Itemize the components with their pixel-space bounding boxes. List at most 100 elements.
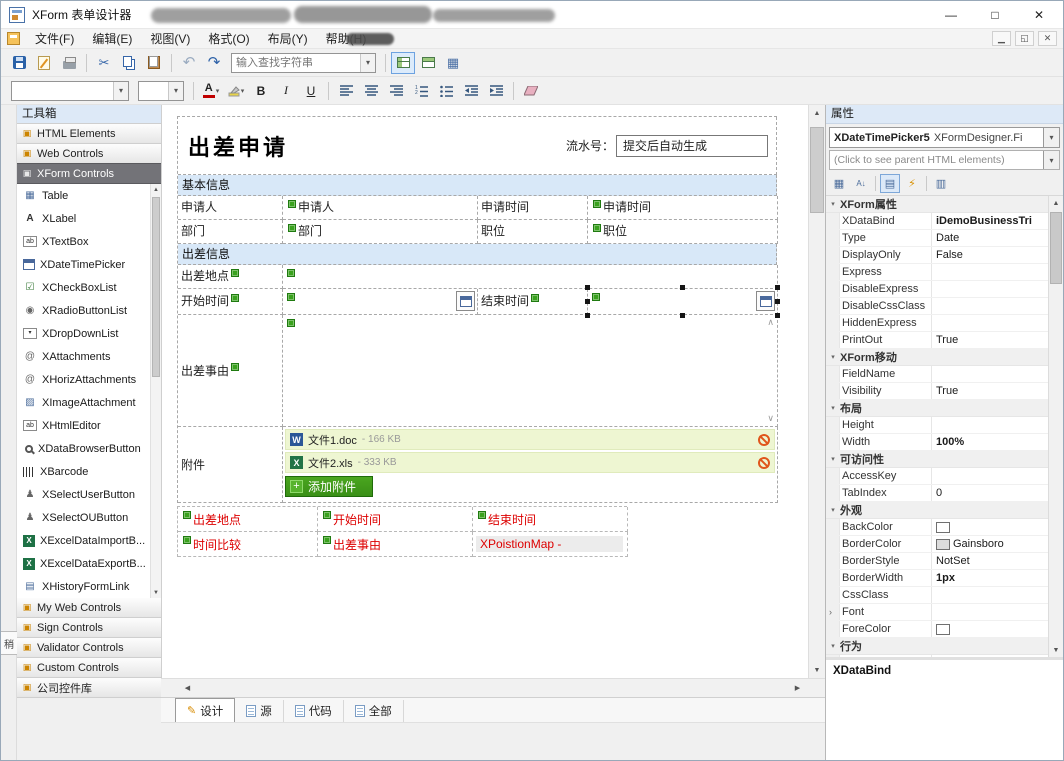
datetimepicker-start[interactable] <box>283 289 478 315</box>
property-value[interactable] <box>932 604 1048 620</box>
file-name[interactable]: 文件2.xls <box>308 455 353 471</box>
attachments-area[interactable]: W 文件1.doc - 166 KB X 文件2.xls <box>283 427 778 503</box>
attachment-row[interactable]: W 文件1.doc - 166 KB <box>285 429 775 450</box>
align-left-button[interactable] <box>334 80 358 102</box>
field-label-reason[interactable]: 出差事由 <box>178 315 283 427</box>
insert-table-button[interactable] <box>416 52 440 74</box>
property-row-express[interactable]: Express <box>826 264 1048 281</box>
categorized-button[interactable]: ▦ <box>829 174 849 193</box>
property-value[interactable] <box>932 298 1048 314</box>
property-value[interactable]: 1px <box>932 570 1048 586</box>
field-label-position[interactable]: 职位 <box>478 220 588 244</box>
menu-edit[interactable]: 编辑(E) <box>83 29 141 49</box>
toolbox-group-xform-contro`ls[interactable]: ▣XForm Controls <box>17 163 161 184</box>
property-row-disablecssclass[interactable]: DisableCssClass <box>826 298 1048 315</box>
property-value[interactable] <box>932 519 1048 535</box>
field-value-apply-time[interactable]: 申请时间 <box>588 196 778 220</box>
mdi-restore-button[interactable]: ◱ <box>1015 31 1034 46</box>
selection-handle[interactable] <box>585 299 590 304</box>
tab-code[interactable]: 代码 <box>284 700 344 722</box>
selection-handle[interactable] <box>775 299 780 304</box>
show-grid-toggle[interactable]: ▦ <box>441 52 465 74</box>
toolbox-group-html-elements[interactable]: ▣HTML Elements <box>17 123 161 144</box>
toolbox-group-validator-controls[interactable]: ▣Validator Controls <box>17 637 161 658</box>
paste-button[interactable] <box>142 52 166 74</box>
tab-source[interactable]: 源 <box>235 700 284 722</box>
property-value[interactable]: Gainsboro <box>932 536 1048 552</box>
property-value[interactable]: 100% <box>932 434 1048 450</box>
design-canvas[interactable]: 出差申请 流水号： 提交后自动生成 基本信息 <box>161 105 808 678</box>
property-category[interactable]: ▾XForm属性 <box>826 196 1048 213</box>
scroll-right-arrow[interactable]: ▶ <box>789 679 806 697</box>
validator-end-time[interactable]: 结束时间 <box>473 507 628 532</box>
toolbox-item-xexceldataimport[interactable]: XXExcelDataImportB... <box>17 529 150 552</box>
validator-reason[interactable]: 出差事由 <box>318 532 473 557</box>
serial-value-box[interactable]: 提交后自动生成 <box>616 135 768 157</box>
datetimepicker-end-selected[interactable] <box>588 289 778 315</box>
menu-layout[interactable]: 布局(Y) <box>259 29 317 49</box>
property-row-printout[interactable]: PrintOutTrue <box>826 332 1048 349</box>
property-category[interactable]: ▾外观 <box>826 502 1048 519</box>
selection-handle[interactable] <box>585 313 590 318</box>
table-layout-toggle[interactable] <box>391 52 415 74</box>
field-value-position[interactable]: 职位 <box>588 220 778 244</box>
property-value[interactable]: Date <box>932 230 1048 246</box>
field-label-applicant[interactable]: 申请人 <box>178 196 283 220</box>
property-row-type[interactable]: TypeDate <box>826 230 1048 247</box>
field-textarea-reason[interactable]: ∧ ∨ <box>283 315 778 427</box>
scroll-down-arrow[interactable]: ▼ <box>809 662 825 678</box>
property-category[interactable]: ▾可访问性 <box>826 451 1048 468</box>
form-title[interactable]: 出差申请 <box>178 130 288 162</box>
bullet-list-button[interactable] <box>434 80 458 102</box>
toolbox-item-xcheckboxlist[interactable]: ☑XCheckBoxList <box>17 276 150 299</box>
toolbox-item-xhistoryformlink[interactable]: ▤XHistoryFormLink <box>17 575 150 598</box>
selection-handle[interactable] <box>775 313 780 318</box>
property-value[interactable]: True <box>932 383 1048 399</box>
property-row-fieldname[interactable]: FieldName <box>826 366 1048 383</box>
file-name[interactable]: 文件1.doc <box>308 432 357 448</box>
scrollbar-thumb[interactable] <box>1050 212 1062 284</box>
object-selector-combobox[interactable]: XDateTimePicker5 XFormDesigner.Fi ▾ <box>829 127 1060 148</box>
align-center-button[interactable] <box>359 80 383 102</box>
print-button[interactable] <box>57 52 81 74</box>
edit-button[interactable] <box>32 52 56 74</box>
selection-handle[interactable] <box>680 313 685 318</box>
toolbox-group-company-library[interactable]: ▣公司控件库 <box>17 677 161 698</box>
property-row-tabindex[interactable]: TabIndex0 <box>826 485 1048 502</box>
add-attachment-button[interactable]: + 添加附件 <box>285 476 373 497</box>
menu-view[interactable]: 视图(V) <box>141 29 199 49</box>
field-label-dept[interactable]: 部门 <box>178 220 283 244</box>
field-label-location[interactable]: 出差地点 <box>178 265 283 289</box>
property-row-visibility[interactable]: VisibilityTrue <box>826 383 1048 400</box>
toolbox-group-my-web-controls[interactable]: ▣My Web Controls <box>17 597 161 618</box>
toolbox-scrollbar[interactable]: ▲ ▼ <box>150 184 161 598</box>
property-value[interactable] <box>932 417 1048 433</box>
toolbox-item-xlabel[interactable]: AXLabel <box>17 207 150 230</box>
toolbox-item-xattachments[interactable]: @XAttachments <box>17 345 150 368</box>
toolbox-item-xselectoubutton[interactable]: ♟XSelectOUButton <box>17 506 150 529</box>
validator-time-compare[interactable]: 时间比较 <box>178 532 318 557</box>
bold-button[interactable]: B <box>249 80 273 102</box>
property-row-cssclass[interactable]: CssClass <box>826 587 1048 604</box>
scroll-up-arrow[interactable]: ▲ <box>1049 196 1063 210</box>
field-input-location[interactable] <box>283 265 778 289</box>
attachment-row[interactable]: X 文件2.xls - 333 KB <box>285 452 775 473</box>
toolbox-item-xhorizattachments[interactable]: @XHorizAttachments <box>17 368 150 391</box>
validator-start-time[interactable]: 开始时间 <box>318 507 473 532</box>
scroll-up-arrow[interactable]: ∧ <box>767 318 774 327</box>
toolbox-group-sign-controls[interactable]: ▣Sign Controls <box>17 617 161 638</box>
section-basic-info[interactable]: 基本信息 <box>178 175 777 196</box>
toolbox-item-xradiobuttonlist[interactable]: ◉XRadioButtonList <box>17 299 150 322</box>
menu-format[interactable]: 格式(O) <box>199 29 258 49</box>
minimize-button[interactable]: — <box>929 1 973 29</box>
save-button[interactable] <box>7 52 31 74</box>
toolbox-item-xdropdownlist[interactable]: ▾XDropDownList <box>17 322 150 345</box>
toolbox-item-xbarcode[interactable]: XBarcode <box>17 460 150 483</box>
scroll-down-arrow[interactable]: ∨ <box>767 414 774 423</box>
scroll-up-arrow[interactable]: ▲ <box>151 184 161 195</box>
property-value[interactable] <box>932 621 1048 637</box>
chevron-down-icon[interactable]: ▾ <box>113 82 128 100</box>
scrollbar-thumb[interactable] <box>152 197 160 377</box>
property-value[interactable]: Inherit <box>932 655 1048 657</box>
field-label-end-time[interactable]: 结束时间 <box>478 289 588 315</box>
